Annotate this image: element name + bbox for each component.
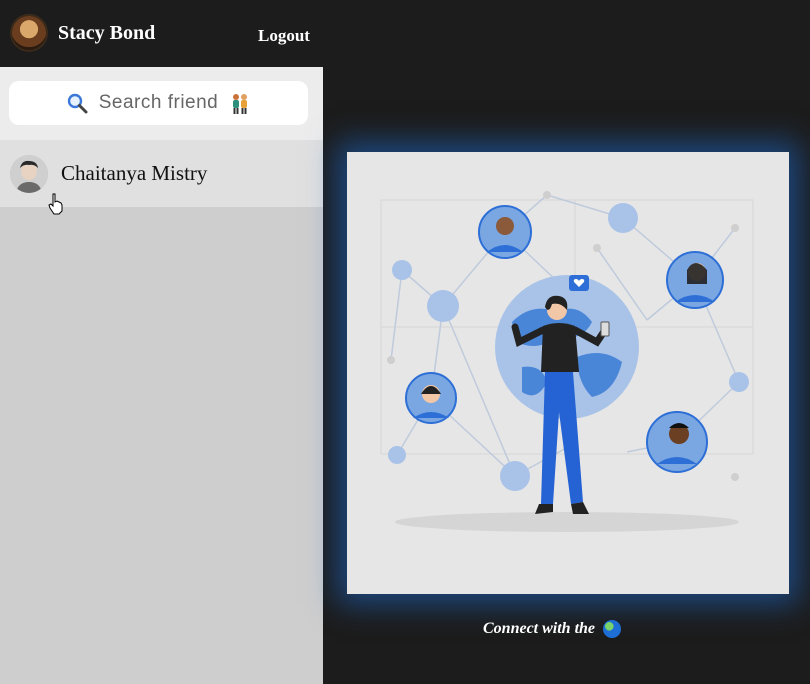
hero-illustration xyxy=(347,152,789,594)
caption-text: Connect with the xyxy=(483,620,596,637)
friend-name: Chaitanya Mistry xyxy=(61,161,208,185)
top-bar: Stacy Bond Logout xyxy=(0,0,323,67)
search-placeholder: Search friend xyxy=(98,92,219,113)
user-name: Stacy Bond xyxy=(58,22,156,44)
logout-button[interactable]: Logout xyxy=(258,26,310,46)
search-area: Search friend xyxy=(0,67,323,140)
globe-icon xyxy=(603,620,622,638)
search-input[interactable]: Search friend xyxy=(9,81,308,125)
sidebar: Search friend Chaitanya Mistry xyxy=(0,67,323,684)
friend-avatar xyxy=(10,154,48,193)
caption: Connect with the xyxy=(483,620,622,638)
hand-pointer-icon xyxy=(48,193,64,220)
search-icon xyxy=(65,91,89,115)
user-avatar[interactable] xyxy=(10,14,48,52)
two-people-icon xyxy=(228,91,252,115)
